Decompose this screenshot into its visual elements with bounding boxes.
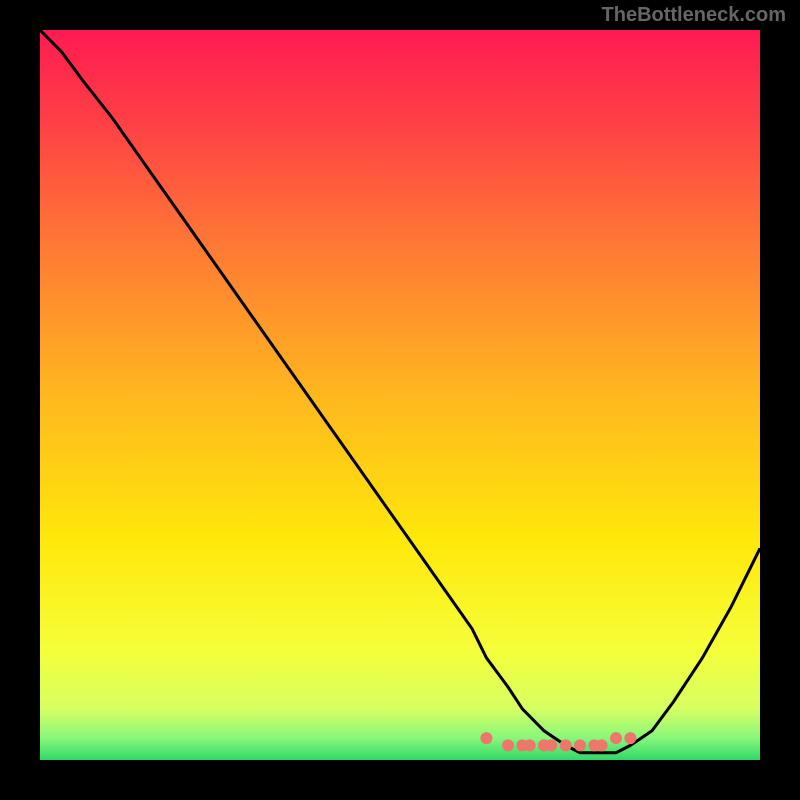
watermark-text: TheBottleneck.com [602,4,786,27]
chart-container: TheBottleneck.com [0,0,800,800]
bottleneck-curve [40,30,760,753]
plot-area [40,30,760,760]
curve-layer [40,30,760,760]
